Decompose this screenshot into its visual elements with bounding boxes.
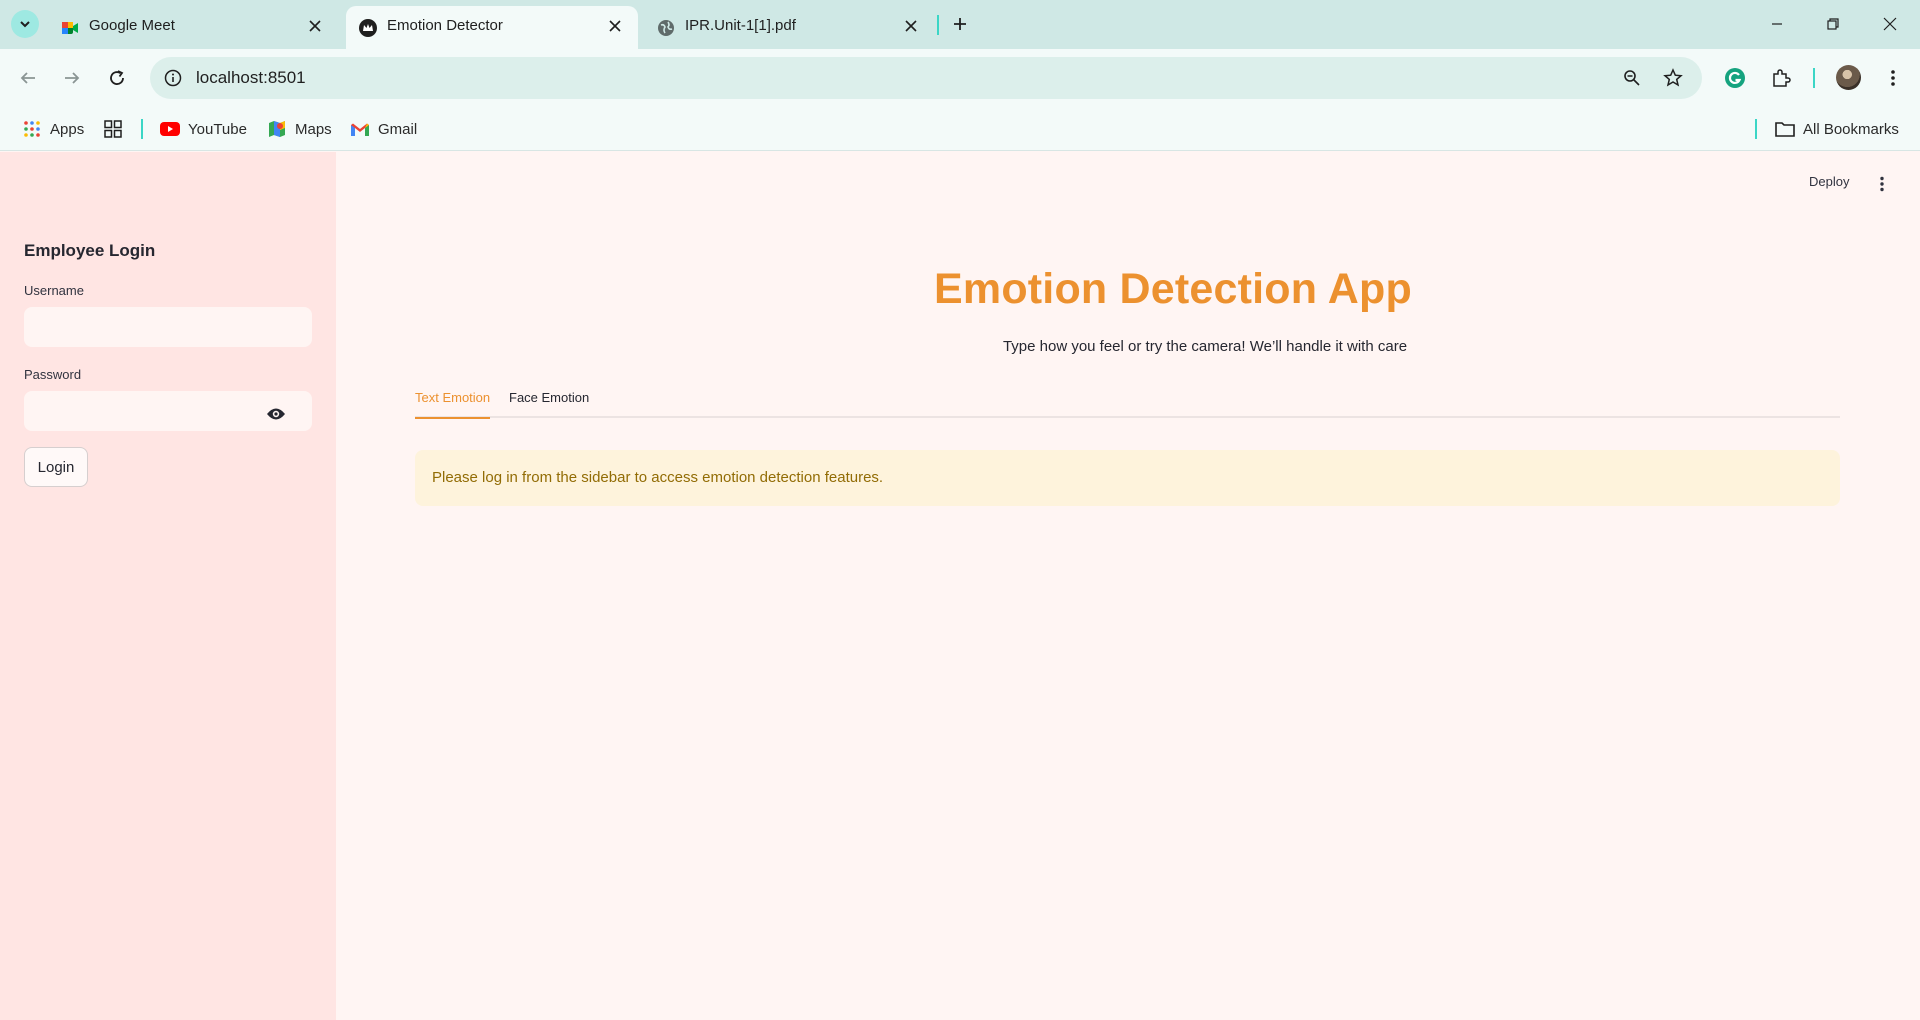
browser-menu-icon[interactable] — [1879, 64, 1907, 92]
bookmark-label: Gmail — [378, 120, 418, 138]
site-info-icon[interactable] — [162, 67, 184, 89]
restore-button[interactable] — [1821, 12, 1845, 36]
tab-title: Google Meet — [89, 17, 175, 34]
tab-google-meet[interactable]: Google Meet — [48, 6, 338, 49]
back-button[interactable] — [14, 64, 42, 92]
bookmark-apps[interactable]: Apps — [22, 117, 84, 141]
sidebar: Employee Login Username Password Login — [0, 152, 336, 1020]
bookmarks-bar: Apps YouTube Maps Gmail All Bookmarks — [0, 107, 1920, 151]
tab-ipr-pdf[interactable]: IPR.Unit-1[1].pdf — [644, 6, 934, 49]
new-tab-button[interactable] — [948, 12, 972, 36]
bookmark-label: Apps — [50, 120, 85, 138]
login-warning-alert: Please log in from the sidebar to access… — [415, 450, 1840, 506]
username-input[interactable] — [24, 307, 312, 347]
tab-title: IPR.Unit-1[1].pdf — [685, 17, 796, 34]
globe-icon — [657, 19, 675, 37]
tab-separator — [937, 15, 939, 35]
bookmark-separator — [141, 119, 143, 139]
bookmark-separator — [1755, 119, 1757, 139]
page-subtitle: Type how you feel or try the camera! We’… — [1002, 338, 1408, 355]
tab-search-button[interactable] — [11, 10, 39, 38]
emotion-tabs: Text Emotion Face Emotion — [415, 388, 1840, 419]
browser-toolbar: localhost:8501 — [0, 49, 1920, 107]
url-text[interactable]: localhost:8501 — [196, 68, 306, 88]
tab-title: Emotion Detector — [387, 17, 503, 34]
minimize-icon — [1772, 23, 1782, 25]
extensions-icon[interactable] — [1767, 64, 1795, 92]
maps-icon — [267, 119, 287, 139]
minimize-button[interactable] — [1765, 12, 1789, 36]
bookmark-youtube[interactable]: YouTube — [160, 117, 247, 141]
all-bookmarks[interactable]: All Bookmarks — [1775, 117, 1899, 141]
bookmark-label: Maps — [295, 120, 332, 138]
page-title: Emotion Detection App — [934, 265, 1412, 313]
gmail-icon — [350, 119, 370, 139]
address-bar[interactable]: localhost:8501 — [150, 57, 1702, 99]
login-button[interactable]: Login — [24, 447, 88, 487]
bookmark-gmail[interactable]: Gmail — [350, 117, 417, 141]
all-bookmarks-label: All Bookmarks — [1803, 120, 1899, 138]
tab-groups-icon — [103, 119, 123, 139]
bookmark-tab-groups[interactable] — [103, 117, 131, 141]
alert-text: Please log in from the sidebar to access… — [432, 469, 884, 486]
close-tab-icon[interactable] — [902, 17, 920, 35]
close-window-button[interactable] — [1878, 12, 1902, 36]
bookmark-star-icon[interactable] — [1661, 66, 1685, 90]
tab-face-emotion[interactable]: Face Emotion — [509, 390, 589, 417]
sidebar-title: Employee Login — [24, 241, 156, 260]
reload-button[interactable] — [103, 64, 131, 92]
forward-button[interactable] — [58, 64, 86, 92]
bookmark-maps[interactable]: Maps — [267, 117, 332, 141]
close-tab-icon[interactable] — [606, 17, 624, 35]
reload-icon — [110, 70, 124, 85]
profile-avatar[interactable] — [1836, 65, 1861, 90]
show-password-button[interactable] — [266, 404, 286, 424]
apps-grid-icon — [22, 119, 42, 139]
tab-text-emotion[interactable]: Text Emotion — [415, 390, 491, 419]
app-menu-icon[interactable] — [1872, 174, 1892, 194]
grammarly-icon[interactable] — [1721, 64, 1749, 92]
deploy-button[interactable]: Deploy — [1809, 174, 1849, 189]
plus-icon — [954, 18, 966, 30]
toolbar-separator — [1813, 68, 1815, 88]
youtube-icon — [160, 119, 180, 139]
arrow-right-icon — [65, 72, 80, 84]
bookmark-label: YouTube — [188, 120, 247, 138]
restore-icon — [1827, 18, 1839, 30]
folder-icon — [1775, 119, 1795, 139]
tab-emotion-detector[interactable]: Emotion Detector — [346, 6, 638, 49]
google-meet-icon — [61, 19, 79, 37]
arrow-left-icon — [20, 72, 35, 84]
zoom-icon[interactable] — [1620, 66, 1644, 90]
username-label: Username — [24, 283, 84, 298]
eye-icon — [267, 408, 285, 420]
close-tab-icon[interactable] — [306, 17, 324, 35]
main-content: Deploy Emotion Detection App Type how yo… — [336, 152, 1920, 1020]
tab-strip: Google Meet Emotion Detector IPR.Unit-1[… — [0, 0, 1920, 49]
streamlit-crown-icon — [359, 19, 377, 37]
chevron-down-icon — [20, 21, 30, 28]
close-icon — [1883, 17, 1897, 31]
password-label: Password — [24, 367, 82, 382]
